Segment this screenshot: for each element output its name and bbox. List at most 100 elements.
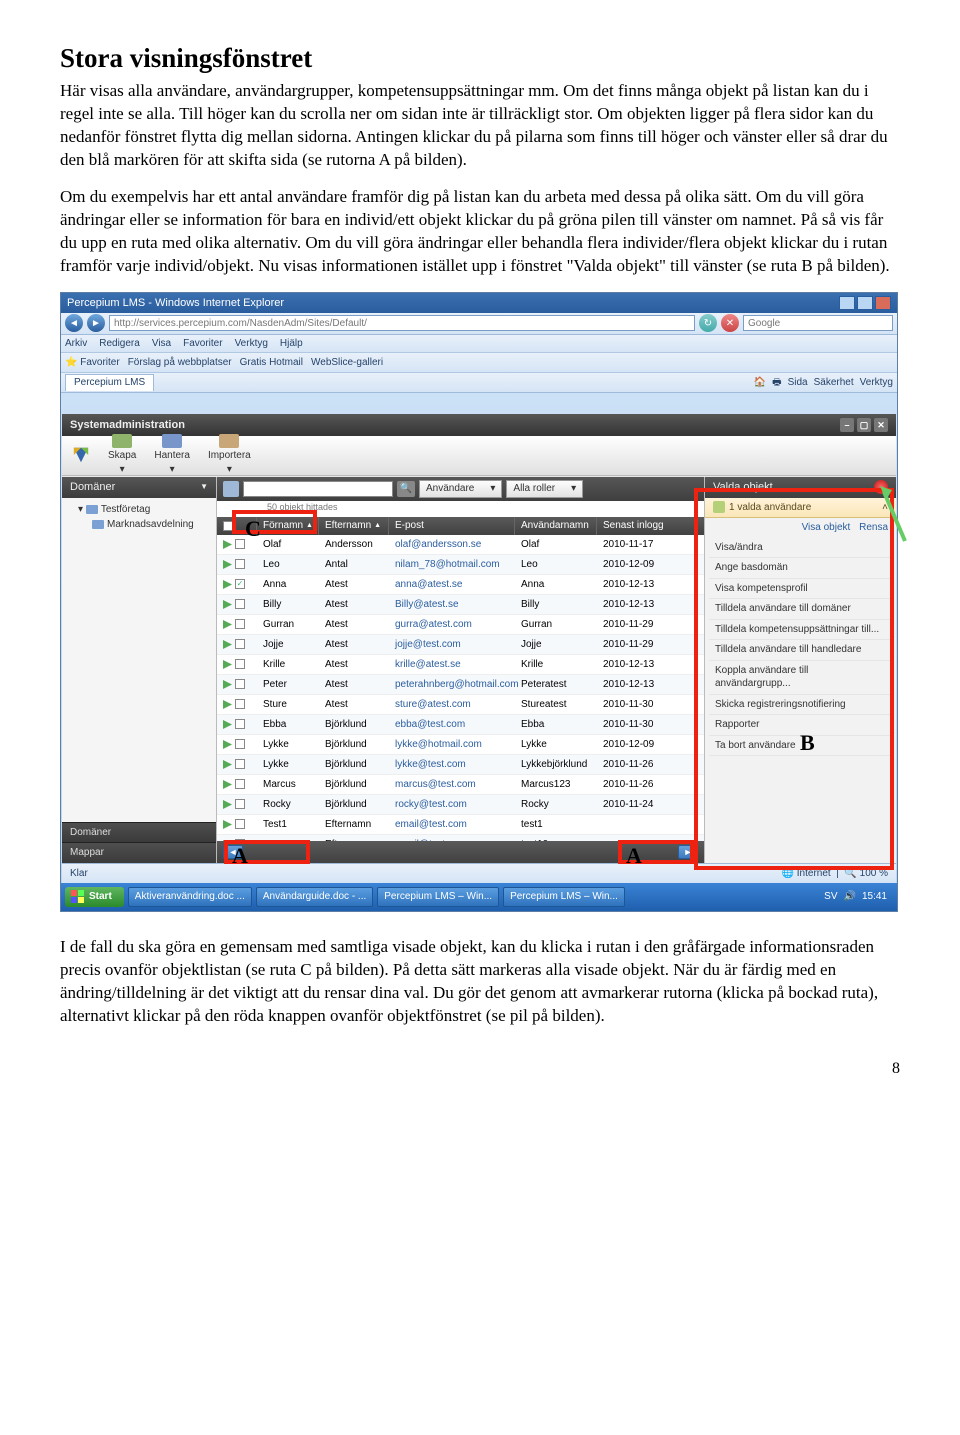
row-action-arrow-icon[interactable] (223, 660, 232, 669)
column-efternamn[interactable]: Efternamn▲ (319, 517, 389, 535)
table-row[interactable]: EbbaBjörklundebba@test.comEbba2010-11-30 (217, 715, 704, 735)
task-4[interactable]: Percepium LMS – Win... (503, 887, 625, 907)
filter-role-dropdown[interactable]: Alla roller▾ (506, 480, 583, 498)
cell-epost[interactable]: jojje@test.com (389, 638, 515, 652)
column-anvandarnamn[interactable]: Användarnamn (515, 517, 597, 535)
action-item[interactable]: Tilldela kompetensuppsättningar till... (709, 620, 892, 641)
minimize-button[interactable] (839, 296, 855, 310)
lang-indicator[interactable]: SV (824, 890, 837, 904)
row-action-arrow-icon[interactable] (223, 720, 232, 729)
task-2[interactable]: Användarguide.doc - ... (256, 887, 373, 907)
table-row[interactable]: GurranAtestgurra@atest.comGurran2010-11-… (217, 615, 704, 635)
maximize-button[interactable] (857, 296, 873, 310)
table-row[interactable]: ✓AnnaAtestanna@atest.seAnna2010-12-13 (217, 575, 704, 595)
cell-epost[interactable]: email@test.com (389, 818, 515, 832)
favorites-label[interactable]: ⭐ Favoriter (65, 356, 120, 370)
row-action-arrow-icon[interactable] (223, 800, 232, 809)
sidebar-tab-domaner[interactable]: Domäner (62, 822, 216, 843)
menu-verktyg[interactable]: Verktyg (235, 337, 268, 351)
row-checkbox[interactable] (235, 619, 245, 629)
search-field[interactable]: Google (743, 315, 893, 331)
table-row[interactable]: BillyAtestBilly@atest.seBilly2010-12-13 (217, 595, 704, 615)
forward-button[interactable]: ► (87, 314, 105, 332)
selected-count-row[interactable]: 1 valda användare ˄ (705, 498, 896, 519)
fav-item-1[interactable]: Förslag på webbplatser (128, 356, 232, 370)
row-action-arrow-icon[interactable] (223, 640, 232, 649)
table-row[interactable]: LeoAntalnilam_78@hotmail.comLeo2010-12-0… (217, 555, 704, 575)
checkbox-all[interactable] (223, 521, 233, 531)
column-senast-inloggad[interactable]: Senast inlogg (597, 517, 704, 535)
row-action-arrow-icon[interactable] (223, 780, 232, 789)
back-button[interactable]: ◄ (65, 314, 83, 332)
menu-redigera[interactable]: Redigera (99, 337, 140, 351)
table-row[interactable]: OlafAnderssonolaf@andersson.seOlaf2010-1… (217, 535, 704, 555)
task-3[interactable]: Percepium LMS – Win... (377, 887, 499, 907)
column-epost[interactable]: E-post (389, 517, 515, 535)
row-action-arrow-icon[interactable] (223, 760, 232, 769)
action-item[interactable]: Skicka registreringsnotifiering (709, 695, 892, 716)
cell-epost[interactable]: ebba@test.com (389, 718, 515, 732)
toolbar-skapa[interactable]: Skapa ▾ (108, 434, 136, 476)
cell-epost[interactable]: sture@atest.com (389, 698, 515, 712)
action-item[interactable]: Tilldela användare till handledare (709, 640, 892, 661)
column-fornamn[interactable]: Förnamn▲ (257, 517, 319, 535)
table-row[interactable]: LykkeBjörklundlykke@test.comLykkebjörklu… (217, 755, 704, 775)
menu-arkiv[interactable]: Arkiv (65, 337, 87, 351)
app-minimize-icon[interactable]: – (840, 418, 854, 432)
row-checkbox[interactable]: ✓ (235, 579, 245, 589)
action-item[interactable]: Visa/ändra (709, 538, 892, 559)
row-checkbox[interactable] (235, 679, 245, 689)
table-row[interactable]: RockyBjörklundrocky@test.comRocky2010-11… (217, 795, 704, 815)
table-row[interactable]: StureAteststure@atest.comStureatest2010-… (217, 695, 704, 715)
cell-epost[interactable]: nilam_78@hotmail.com (389, 558, 515, 572)
row-action-arrow-icon[interactable] (223, 740, 232, 749)
menu-hjalp[interactable]: Hjälp (280, 337, 303, 351)
table-row[interactable]: Test1Efternamnemail@test.comtest1 (217, 815, 704, 835)
tool-sida[interactable]: Sida (788, 376, 808, 390)
row-checkbox[interactable] (235, 699, 245, 709)
cell-epost[interactable]: rocky@test.com (389, 798, 515, 812)
cell-epost[interactable]: Billy@atest.se (389, 598, 515, 612)
app-maximize-icon[interactable]: ▢ (857, 418, 871, 432)
tree-node-testforetag[interactable]: ▾ Testföretag (68, 502, 210, 518)
cell-epost[interactable]: anna@atest.se (389, 578, 515, 592)
row-action-arrow-icon[interactable] (223, 680, 232, 689)
sidebar-header-domaner[interactable]: Domäner▼ (62, 477, 216, 498)
link-visa-objekt[interactable]: Visa objekt (802, 522, 851, 533)
sidebar-tab-mappar[interactable]: Mappar (62, 842, 216, 863)
row-action-arrow-icon[interactable] (223, 600, 232, 609)
action-item[interactable]: Visa kompetensprofil (709, 579, 892, 600)
menu-visa[interactable]: Visa (152, 337, 171, 351)
cell-epost[interactable]: peterahnberg@hotmail.com (389, 678, 515, 692)
cell-epost[interactable]: gurra@atest.com (389, 618, 515, 632)
window-controls[interactable] (839, 296, 891, 310)
cell-epost[interactable]: olaf@andersson.se (389, 538, 515, 552)
browser-tab[interactable]: Percepium LMS (65, 374, 154, 391)
cell-epost[interactable]: lykke@hotmail.com (389, 738, 515, 752)
start-button[interactable]: Start (65, 887, 124, 907)
task-1[interactable]: Aktiveranvändring.doc ... (128, 887, 252, 907)
row-checkbox[interactable] (235, 819, 245, 829)
row-checkbox[interactable] (235, 659, 245, 669)
row-action-arrow-icon[interactable] (223, 700, 232, 709)
refresh-button[interactable]: ↻ (699, 314, 717, 332)
table-row[interactable]: KrilleAtestkrille@atest.seKrille2010-12-… (217, 655, 704, 675)
cell-epost[interactable]: krille@atest.se (389, 658, 515, 672)
row-action-arrow-icon[interactable] (223, 560, 232, 569)
action-item[interactable]: Tilldela användare till domäner (709, 599, 892, 620)
row-checkbox[interactable] (235, 759, 245, 769)
row-checkbox[interactable] (235, 559, 245, 569)
cell-epost[interactable]: lykke@test.com (389, 758, 515, 772)
row-action-arrow-icon[interactable] (223, 540, 232, 549)
row-checkbox[interactable] (235, 639, 245, 649)
stop-button[interactable]: ✕ (721, 314, 739, 332)
home-icon[interactable]: 🏠 (754, 376, 766, 390)
close-button[interactable] (875, 296, 891, 310)
fav-item-3[interactable]: WebSlice-galleri (311, 356, 383, 370)
tree-node-marknadsavdelning[interactable]: Marknadsavdelning (68, 517, 210, 533)
row-action-arrow-icon[interactable] (223, 580, 232, 589)
table-row[interactable]: LykkeBjörklundlykke@hotmail.comLykke2010… (217, 735, 704, 755)
table-row[interactable]: PeterAtestpeterahnberg@hotmail.comPetera… (217, 675, 704, 695)
app-close-icon[interactable]: ✕ (874, 418, 888, 432)
action-item[interactable]: Koppla användare till användargrupp... (709, 661, 892, 695)
